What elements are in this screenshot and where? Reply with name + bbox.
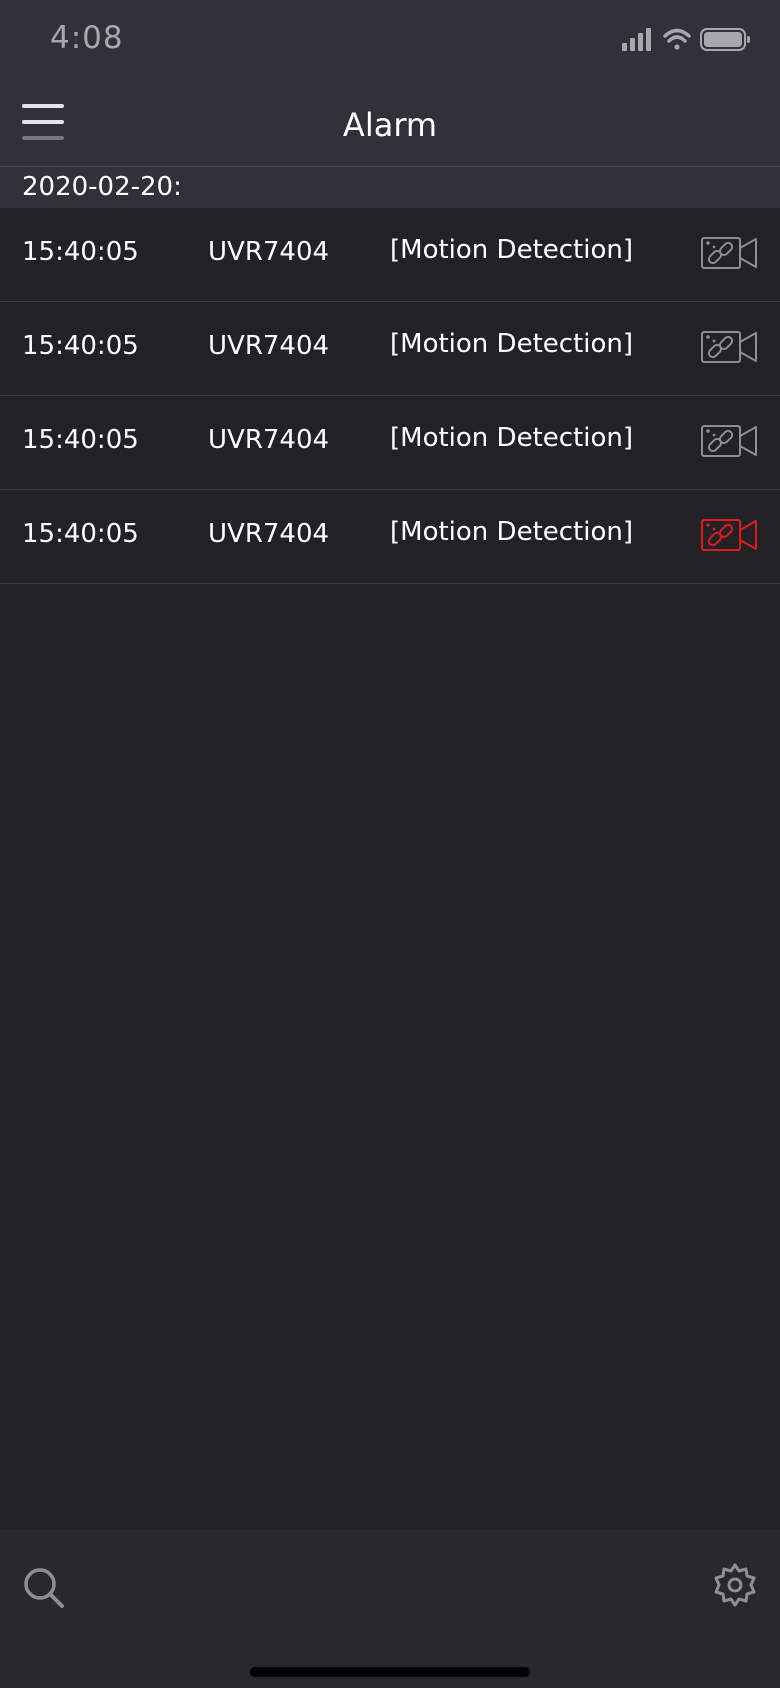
home-indicator xyxy=(250,1667,530,1677)
alarm-time: 15:40:05 xyxy=(22,519,139,549)
alarm-device: UVR7404 xyxy=(208,237,330,267)
alarm-time: 15:40:05 xyxy=(22,331,139,361)
camera-link-icon[interactable] xyxy=(700,236,760,270)
alarm-time: 15:40:05 xyxy=(22,237,139,267)
alarm-type: [Motion Detection] xyxy=(390,517,634,547)
alarm-type: [Motion Detection] xyxy=(390,329,634,359)
alarm-list-item[interactable]: 15:40:05 UVR7404 [Motion Detection] xyxy=(0,208,780,302)
alarm-device: UVR7404 xyxy=(208,425,330,455)
camera-link-icon[interactable] xyxy=(700,518,760,552)
alarm-type: [Motion Detection] xyxy=(390,235,634,265)
bottom-toolbar xyxy=(0,1530,780,1688)
battery-icon xyxy=(700,28,750,51)
alarm-list-item[interactable]: 15:40:05 UVR7404 [Motion Detection] xyxy=(0,302,780,396)
wifi-icon xyxy=(663,28,691,50)
alarm-list-item[interactable]: 15:40:05 UVR7404 [Motion Detection] xyxy=(0,396,780,490)
alarm-list: 15:40:05 UVR7404 [Motion Detection] 15:4… xyxy=(0,208,780,584)
settings-gear-icon[interactable] xyxy=(712,1562,758,1608)
signal-icon xyxy=(622,28,651,51)
date-group-label: 2020-02-20: xyxy=(22,172,182,202)
alarm-device: UVR7404 xyxy=(208,519,330,549)
alarm-list-item[interactable]: 15:40:05 UVR7404 [Motion Detection] xyxy=(0,490,780,584)
camera-link-icon[interactable] xyxy=(700,424,760,458)
alarm-device: UVR7404 xyxy=(208,331,330,361)
status-bar: 4:08 xyxy=(0,0,780,80)
date-group-header: 2020-02-20: xyxy=(0,167,780,208)
camera-link-icon[interactable] xyxy=(700,330,760,364)
alarm-time: 15:40:05 xyxy=(22,425,139,455)
alarm-type: [Motion Detection] xyxy=(390,423,634,453)
navbar: Alarm xyxy=(0,80,780,167)
status-icons xyxy=(622,28,750,51)
page-title: Alarm xyxy=(342,106,438,144)
search-icon[interactable] xyxy=(22,1566,66,1610)
status-time: 4:08 xyxy=(50,20,124,56)
